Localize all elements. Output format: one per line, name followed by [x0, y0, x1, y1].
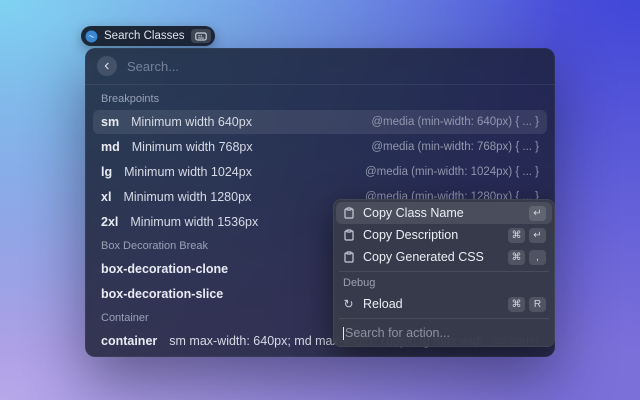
key-return: ↵: [529, 206, 546, 221]
class-keyword: xl: [101, 190, 111, 204]
key-comma: ,: [529, 250, 546, 265]
class-description: Minimum width 1536px: [130, 215, 258, 229]
command-palette-window: Search... Breakpoints sm Minimum width 6…: [85, 48, 555, 357]
generated-css-accessory: @media (min-width: 1024px) { ... }: [355, 166, 539, 178]
search-input[interactable]: Search...: [127, 59, 179, 74]
list-item-lg[interactable]: lg Minimum width 1024px @media (min-widt…: [93, 160, 547, 184]
key-cmd: ⌘: [508, 297, 525, 312]
panel-divider: [339, 271, 549, 272]
action-label: Copy Generated CSS: [363, 250, 500, 264]
clipboard-icon: [342, 207, 355, 220]
action-label: Reload: [363, 297, 500, 311]
text-caret: [343, 327, 344, 340]
class-description: Minimum width 1280px: [123, 190, 251, 204]
back-button[interactable]: [97, 56, 117, 76]
class-keyword: box-decoration-slice: [101, 287, 223, 301]
keyboard-hint-icon: [191, 29, 211, 43]
clipboard-icon: [342, 251, 355, 264]
action-panel: Copy Class Name ↵ Copy Description ⌘ ↵: [333, 199, 555, 347]
panel-section-debug: Debug: [343, 277, 545, 289]
action-copy-generated-css[interactable]: Copy Generated CSS ⌘ ,: [336, 246, 552, 268]
reload-icon: ↻: [342, 298, 355, 311]
class-keyword: box-decoration-clone: [101, 262, 228, 276]
generated-css-accessory: @media (min-width: 640px) { ... }: [361, 116, 539, 128]
extension-tag-pill[interactable]: Search Classes: [81, 26, 215, 46]
class-description: Minimum width 640px: [131, 115, 252, 129]
generated-css-accessory: @media (min-width: 768px) { ... }: [361, 141, 539, 153]
key-r: R: [529, 297, 546, 312]
action-label: Copy Description: [363, 228, 500, 242]
action-label: Copy Class Name: [363, 206, 521, 220]
class-keyword: sm: [101, 115, 119, 129]
class-keyword: 2xl: [101, 215, 118, 229]
chevron-left-icon: [102, 61, 112, 71]
action-search-placeholder: Search for action...: [345, 326, 450, 340]
class-keyword: md: [101, 140, 120, 154]
extension-tag-label: Search Classes: [104, 30, 185, 42]
action-copy-description[interactable]: Copy Description ⌘ ↵: [336, 224, 552, 246]
key-cmd: ⌘: [508, 250, 525, 265]
action-reload[interactable]: ↻ Reload ⌘ R: [336, 293, 552, 315]
class-description: Minimum width 768px: [132, 140, 253, 154]
list-item-md[interactable]: md Minimum width 768px @media (min-width…: [93, 135, 547, 159]
class-keyword: lg: [101, 165, 112, 179]
search-bar: Search...: [85, 48, 555, 85]
action-search-input[interactable]: Search for action...: [336, 322, 552, 344]
action-copy-class-name[interactable]: Copy Class Name ↵: [336, 202, 552, 224]
section-header-breakpoints: Breakpoints: [101, 93, 539, 106]
desktop-background: Search Classes Search... Breakpoints sm: [0, 0, 640, 400]
clipboard-icon: [342, 229, 355, 242]
class-keyword: container: [101, 334, 157, 348]
panel-divider: [339, 318, 549, 319]
list-item-sm[interactable]: sm Minimum width 640px @media (min-width…: [93, 110, 547, 134]
class-description: Minimum width 1024px: [124, 165, 252, 179]
key-cmd: ⌘: [508, 228, 525, 243]
key-return: ↵: [529, 228, 546, 243]
tailwind-logo-icon: [85, 30, 98, 43]
